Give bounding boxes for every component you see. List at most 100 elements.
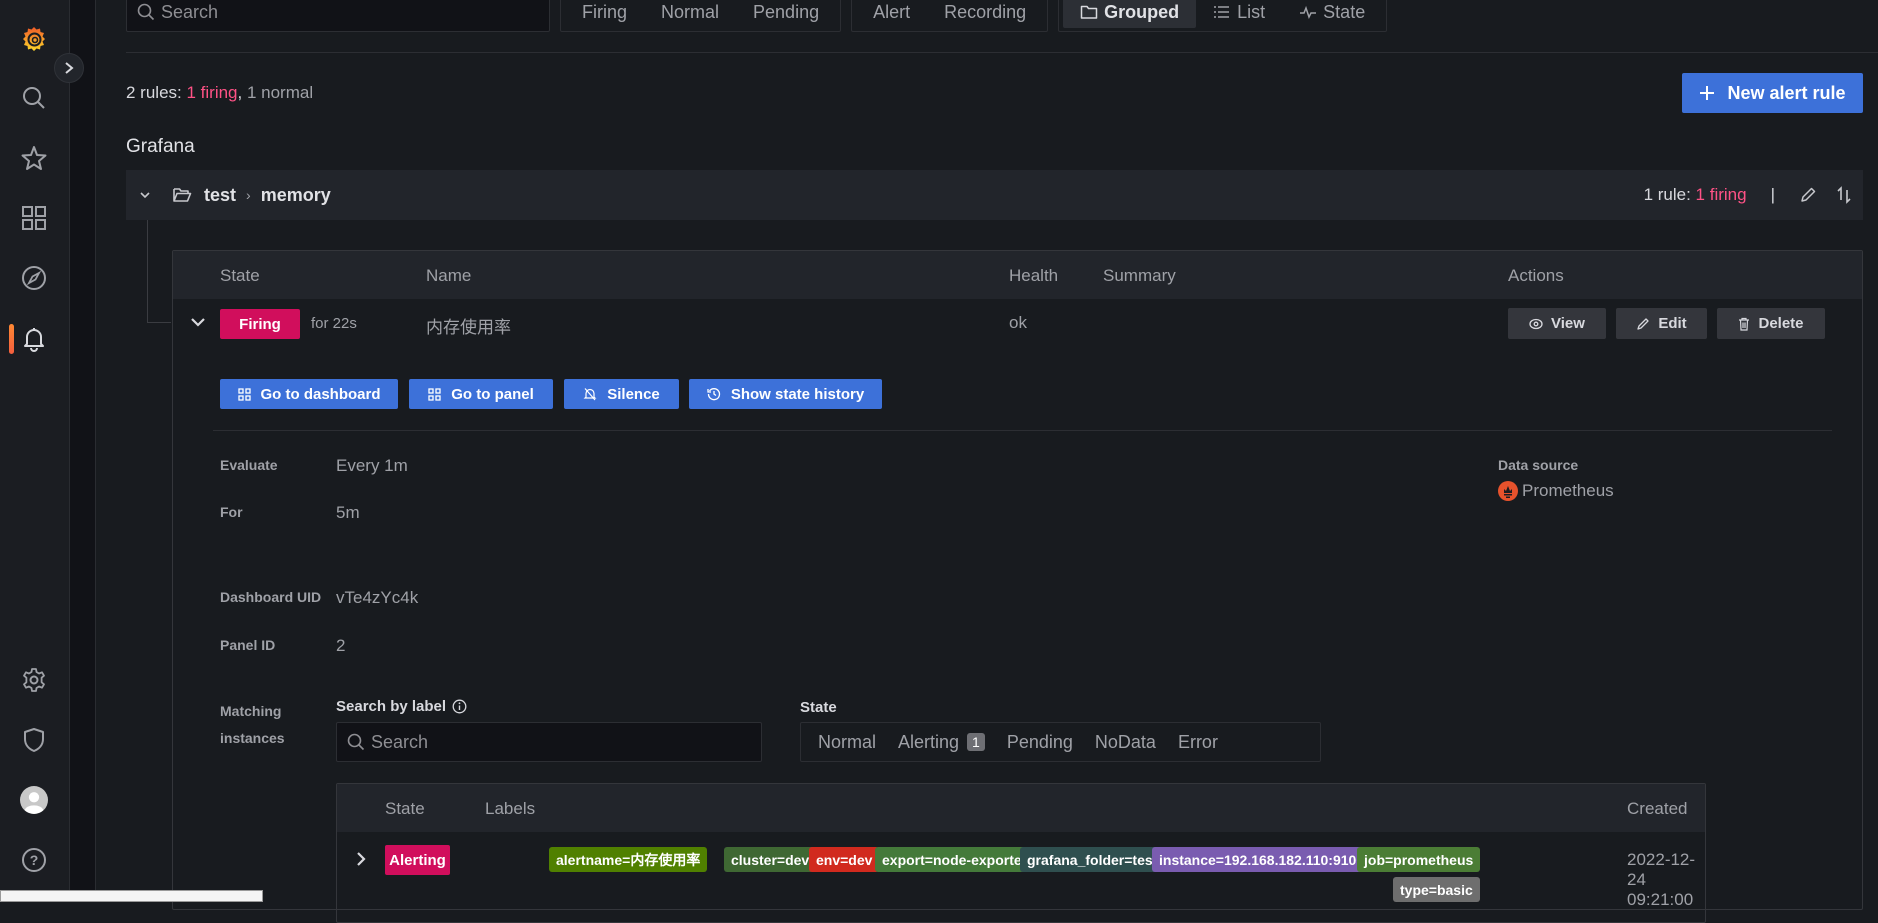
- group-stats-pipe: |: [1770, 185, 1775, 204]
- gear-icon[interactable]: [20, 666, 48, 694]
- search-icon: [347, 733, 365, 751]
- edit-button[interactable]: Edit: [1616, 308, 1707, 339]
- instance-filter-alerting-label: Alerting: [898, 731, 960, 752]
- breadcrumb-separator: ›: [246, 187, 251, 203]
- view-state-label: State: [1323, 1, 1366, 22]
- filter-firing[interactable]: Firing: [565, 0, 644, 28]
- go-to-panel-button[interactable]: Go to panel: [409, 379, 553, 409]
- filter-recording[interactable]: Recording: [927, 0, 1043, 28]
- rules-table: State Name Health Summary Actions Firing…: [172, 250, 1863, 923]
- datasource-section-title: Grafana: [126, 136, 195, 157]
- state-filter-label: State: [800, 699, 837, 716]
- panel-id-label: Panel ID: [220, 637, 276, 653]
- label-chip: env=dev: [809, 847, 880, 872]
- summary-normal: 1 normal: [246, 83, 314, 102]
- list-icon: [1214, 6, 1230, 18]
- dashboards-icon[interactable]: [20, 204, 48, 232]
- silence-button[interactable]: Silence: [564, 379, 679, 409]
- search-icon[interactable]: [20, 84, 48, 112]
- group-namespace: test: [204, 184, 237, 205]
- instance-state-filter: Normal Alerting 1 Pending NoData Error: [800, 722, 1321, 762]
- prometheus-icon: [1498, 481, 1518, 501]
- new-alert-rule-button[interactable]: New alert rule: [1682, 73, 1863, 113]
- go-to-dashboard-button[interactable]: Go to dashboard: [220, 379, 398, 409]
- star-icon[interactable]: [20, 144, 48, 172]
- heart-rate-icon: [1300, 5, 1317, 19]
- table-row: Alerting alertname=内存使用率 cluster=dev env=d…: [337, 832, 1705, 922]
- inst-header-created: Created: [1627, 799, 1688, 818]
- filter-pending[interactable]: Pending: [736, 0, 836, 28]
- view-grouped-label: Grouped: [1104, 1, 1180, 22]
- chevron-down-icon[interactable]: [190, 316, 206, 328]
- header-health: Health: [1009, 266, 1059, 285]
- view-list[interactable]: List: [1196, 0, 1282, 28]
- apps-icon: [237, 387, 251, 401]
- details-divider: [213, 430, 1832, 431]
- rule-name: 内存使用率: [426, 318, 511, 337]
- pencil-icon[interactable]: [1799, 186, 1817, 204]
- folder-open-icon: [173, 188, 192, 202]
- header-actions: Actions: [1508, 266, 1564, 285]
- search-by-label-title: Search by label: [336, 698, 467, 715]
- instance-state-badge: Alerting: [385, 845, 450, 875]
- apps-icon: [428, 387, 441, 401]
- view-button[interactable]: View: [1508, 308, 1606, 339]
- header-summary: Summary: [1103, 266, 1176, 285]
- evaluate-value: Every 1m: [336, 456, 408, 475]
- inst-header-state: State: [385, 799, 425, 818]
- instance-filter-normal[interactable]: Normal: [807, 732, 887, 753]
- expand-sidebar-button[interactable]: [54, 53, 84, 83]
- view-grouped[interactable]: Grouped: [1063, 0, 1197, 28]
- rule-group-header[interactable]: test › memory 1 rule: 1 firing |: [126, 170, 1863, 220]
- alerting-count-badge: 1: [967, 733, 985, 751]
- group-rule-count: 1 rule: 1 firing: [1644, 185, 1747, 205]
- summary-firing: 1 firing: [186, 83, 238, 102]
- grafana-logo-icon[interactable]: [20, 25, 48, 53]
- instance-filter-error-label: Error: [1177, 731, 1218, 752]
- sort-icon[interactable]: [1837, 186, 1851, 204]
- avatar[interactable]: [20, 786, 48, 814]
- rules-summary: 2 rules: 1 firing, 1 normal: [126, 83, 313, 103]
- instance-filter-alerting[interactable]: Alerting 1: [887, 732, 996, 753]
- view-state[interactable]: State: [1282, 0, 1382, 28]
- group-stats-prefix: 1 rule:: [1643, 185, 1696, 204]
- header-name: Name: [426, 266, 472, 285]
- instances-table-header: State Labels Created: [337, 784, 1705, 832]
- inst-header-labels: Labels: [485, 799, 536, 818]
- instance-filter-pending[interactable]: Pending: [996, 732, 1084, 753]
- history-icon: [707, 388, 720, 401]
- chevron-right-icon[interactable]: [355, 851, 367, 867]
- compass-icon[interactable]: [20, 264, 48, 292]
- panel-id-value: 2: [336, 636, 346, 655]
- shield-icon[interactable]: [20, 726, 48, 754]
- dashboard-uid-value: vTe4zYc4k: [336, 588, 419, 607]
- filter-normal[interactable]: Normal: [644, 0, 736, 28]
- instance-filter-nodata[interactable]: NoData: [1084, 732, 1167, 753]
- folder-icon: [1080, 5, 1098, 19]
- chevron-down-icon[interactable]: [138, 190, 152, 200]
- sidebar-gutter: [70, 0, 96, 900]
- eye-icon: [1529, 318, 1543, 329]
- instance-search-input[interactable]: Search: [336, 722, 762, 762]
- for-label: For: [220, 504, 243, 520]
- divider: [126, 52, 1878, 53]
- show-state-history-button[interactable]: Show state history: [689, 379, 882, 409]
- summary-prefix: 2 rules:: [126, 83, 187, 102]
- delete-button[interactable]: Delete: [1717, 308, 1825, 339]
- search-input[interactable]: Search: [126, 0, 550, 32]
- datasource-value: Prometheus: [1498, 481, 1614, 501]
- label-chip: grafana_folder=test: [1020, 847, 1165, 872]
- main-content: Search Firing Normal Pending Alert Recor…: [97, 0, 1878, 923]
- help-icon[interactable]: ?: [20, 846, 48, 874]
- sidebar: ?: [0, 0, 70, 900]
- delete-label: Delete: [1758, 315, 1804, 332]
- instance-filter-error[interactable]: Error: [1167, 732, 1229, 753]
- info-icon[interactable]: [452, 699, 467, 714]
- svg-text:?: ?: [30, 852, 39, 868]
- header-state: State: [220, 266, 260, 285]
- label-chip: type=basic: [1393, 877, 1480, 902]
- go-to-dashboard-label: Go to dashboard: [260, 385, 381, 403]
- trash-icon: [1739, 317, 1750, 331]
- filter-alert[interactable]: Alert: [856, 0, 927, 28]
- bell-icon[interactable]: [20, 325, 48, 353]
